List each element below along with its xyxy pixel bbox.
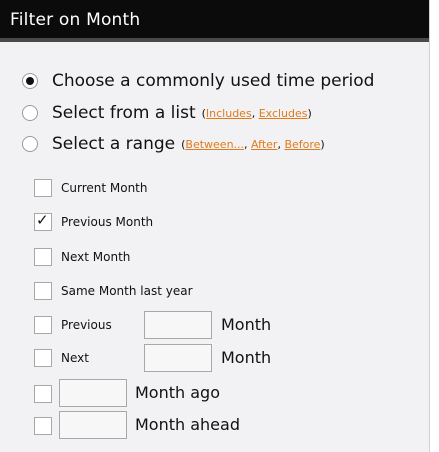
months-ago-input[interactable] xyxy=(59,379,127,407)
radio-button-common-period[interactable] xyxy=(22,73,38,89)
radio-label-common-period: Choose a commonly used time period xyxy=(52,71,375,91)
checkbox-current-month[interactable] xyxy=(34,179,52,197)
range-links-group: (Between..., After, Before) xyxy=(181,137,325,151)
checkbox-next-n-months[interactable] xyxy=(34,349,52,367)
previous-months-unit-label: Month xyxy=(221,315,272,334)
checkbox-label-previous-n: Previous xyxy=(61,318,112,332)
dialog-titlebar: Filter on Month xyxy=(0,0,429,42)
next-months-input[interactable] xyxy=(144,344,212,372)
checkbox-months-ago[interactable] xyxy=(34,385,52,403)
checkbox-months-ahead[interactable] xyxy=(34,417,52,435)
radio-option-range[interactable]: Select a range (Between..., After, Befor… xyxy=(22,131,325,157)
radio-button-from-list[interactable] xyxy=(22,105,38,121)
radio-option-common-period[interactable]: Choose a commonly used time period xyxy=(22,68,374,94)
checkbox-label-previous-month: Previous Month xyxy=(61,215,154,229)
includes-link[interactable]: Includes xyxy=(206,107,252,120)
checkbox-label-next-n: Next xyxy=(61,351,89,365)
excludes-link[interactable]: Excludes xyxy=(259,107,308,120)
next-months-unit-label: Month xyxy=(221,348,272,367)
radio-label-range: Select a range xyxy=(52,134,176,154)
dialog-title: Filter on Month xyxy=(10,10,141,30)
radio-label-from-list: Select from a list xyxy=(52,103,196,123)
checkbox-previous-month[interactable]: ✓ xyxy=(34,211,52,231)
radio-option-from-list[interactable]: Select from a list (Includes, Excludes) xyxy=(22,100,312,126)
checkbox-next-month[interactable] xyxy=(34,248,52,266)
before-link[interactable]: Before xyxy=(284,138,320,151)
between-link[interactable]: Between... xyxy=(185,138,244,151)
check-mark-icon: ✓ xyxy=(36,211,49,229)
checkbox-label-same-month-last-year: Same Month last year xyxy=(61,284,193,298)
months-ahead-input[interactable] xyxy=(59,411,127,439)
previous-months-input[interactable] xyxy=(144,311,212,339)
filter-dialog: Filter on Month Choose a commonly used t… xyxy=(0,0,430,452)
months-ahead-label: Month ahead xyxy=(135,415,240,434)
checkbox-label-current-month: Current Month xyxy=(61,181,148,195)
checkbox-same-month-last-year[interactable] xyxy=(34,282,52,300)
radio-button-range[interactable] xyxy=(22,136,38,152)
checkbox-label-next-month: Next Month xyxy=(61,250,131,264)
list-links-group: (Includes, Excludes) xyxy=(201,106,312,120)
checkbox-previous-n-months[interactable] xyxy=(34,316,52,334)
after-link[interactable]: After xyxy=(251,138,277,151)
months-ago-label: Month ago xyxy=(135,383,220,402)
